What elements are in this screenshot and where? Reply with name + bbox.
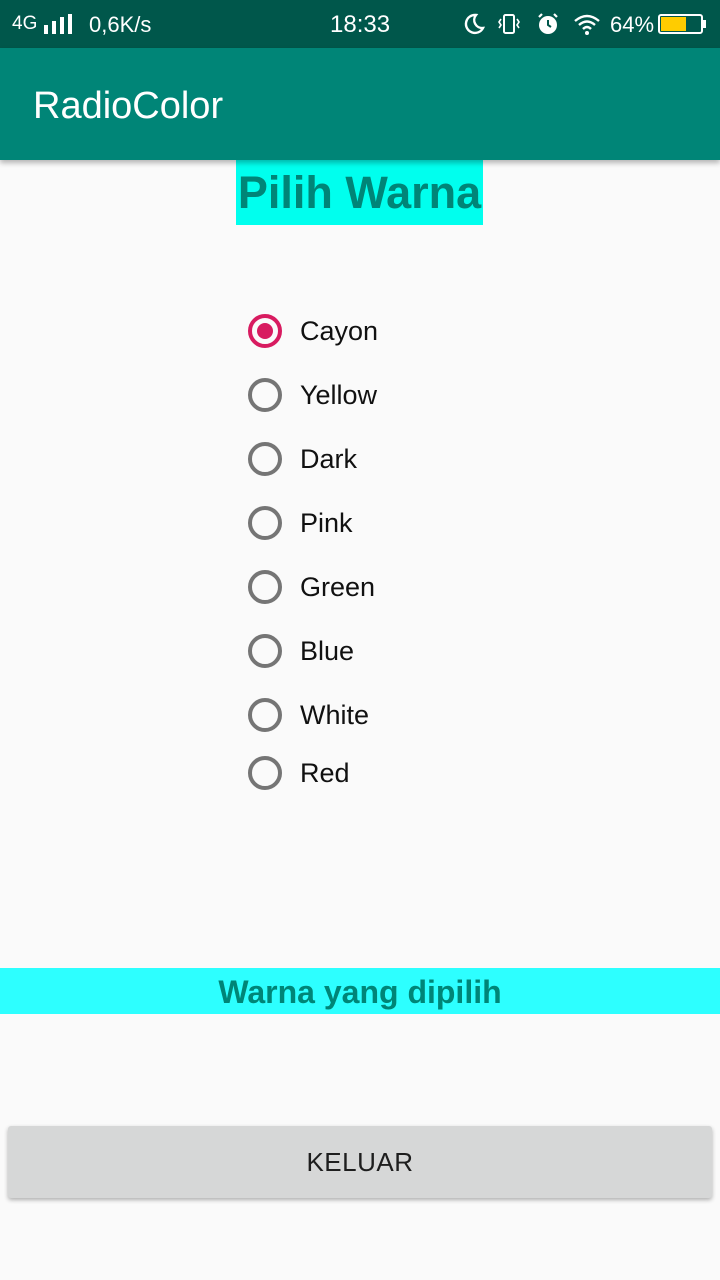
radio-button-icon[interactable] [248,314,282,348]
status-bar: 4G 0,6K/s 18:33 64% [0,0,720,48]
radio-option-white[interactable]: White [246,686,546,750]
alarm-icon [538,13,558,34]
network-speed: 0,6K/s [89,12,152,37]
radio-label: Blue [300,636,355,666]
radio-label: Green [300,572,376,602]
radio-option-dark[interactable]: Dark [246,430,546,494]
clock: 18:33 [330,11,391,38]
radio-button-icon[interactable] [248,506,282,540]
radio-label: Cayon [300,316,379,346]
radio-button-icon[interactable] [248,570,282,604]
radio-label: Pink [300,508,353,538]
radio-option-cayon[interactable]: Cayon [246,302,546,366]
radio-button-icon[interactable] [248,634,282,668]
radio-option-blue[interactable]: Blue [246,622,546,686]
wifi-icon [574,14,600,35]
radio-label: Yellow [300,380,378,410]
moon-icon [464,13,486,35]
radio-option-pink[interactable]: Pink [246,494,546,558]
signal-icon [44,14,72,34]
radio-label: Red [300,758,350,788]
radio-button-icon[interactable] [248,698,282,732]
radio-button-icon[interactable] [248,756,282,790]
app-title: RadioColor [33,85,224,127]
battery-percent: 64% [610,12,655,37]
exit-button[interactable]: KELUAR [8,1126,712,1198]
radio-label: White [300,700,370,730]
radio-label: Dark [300,444,358,474]
battery-icon [658,14,706,34]
radio-option-yellow[interactable]: Yellow [246,366,546,430]
vibrate-icon [498,14,520,34]
selected-color-result: Warna yang dipilih [0,968,720,1014]
page-heading: Pilih Warna [236,160,483,225]
app-bar: RadioColor [0,48,720,160]
radio-option-red[interactable]: Red [246,744,546,808]
radio-button-icon[interactable] [248,378,282,412]
radio-button-icon[interactable] [248,442,282,476]
network-type: 4G [12,13,38,34]
radio-option-green[interactable]: Green [246,558,546,622]
